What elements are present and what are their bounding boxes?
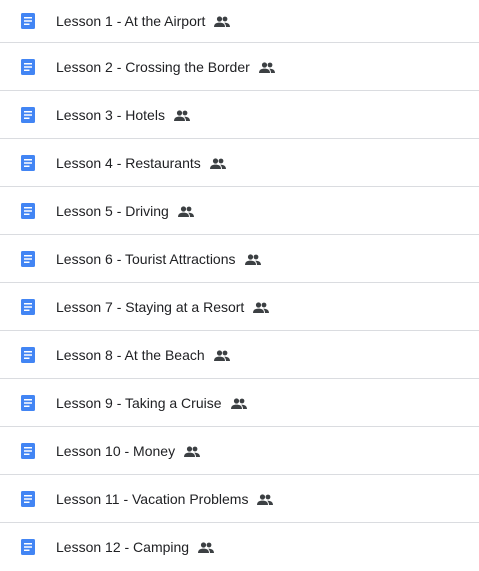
file-row[interactable]: Lesson 5 - Driving	[0, 187, 479, 235]
people-icon	[213, 349, 230, 361]
file-list: Lesson 1 - At the Airport Lesson 2 - Cro…	[0, 0, 479, 571]
people-icon	[258, 61, 275, 73]
google-docs-icon	[21, 539, 35, 555]
file-row[interactable]: Lesson 4 - Restaurants	[0, 139, 479, 187]
google-docs-icon	[21, 13, 35, 29]
file-row[interactable]: Lesson 7 - Staying at a Resort	[0, 283, 479, 331]
file-row[interactable]: Lesson 12 - Camping	[0, 523, 479, 571]
people-icon	[209, 157, 226, 169]
people-icon	[184, 445, 201, 457]
people-icon	[244, 253, 261, 265]
file-name: Lesson 3 - Hotels	[56, 106, 165, 123]
file-row[interactable]: Lesson 9 - Taking a Cruise	[0, 379, 479, 427]
google-docs-icon	[21, 154, 35, 171]
google-docs-icon	[21, 106, 35, 123]
file-row[interactable]: Lesson 2 - Crossing the Border	[0, 43, 479, 91]
file-name: Lesson 6 - Tourist Attractions	[56, 250, 236, 267]
file-name: Lesson 7 - Staying at a Resort	[56, 298, 245, 315]
file-name: Lesson 11 - Vacation Problems	[56, 490, 249, 507]
google-docs-icon	[21, 202, 35, 219]
people-icon	[230, 397, 247, 409]
people-icon	[173, 109, 190, 121]
file-row[interactable]: Lesson 3 - Hotels	[0, 91, 479, 139]
people-icon	[177, 205, 194, 217]
file-row[interactable]: Lesson 11 - Vacation Problems	[0, 475, 479, 523]
google-docs-icon	[21, 442, 35, 459]
file-row[interactable]: Lesson 1 - At the Airport	[0, 0, 479, 43]
file-name: Lesson 12 - Camping	[56, 539, 190, 555]
file-name: Lesson 10 - Money	[56, 442, 176, 459]
people-icon	[253, 301, 270, 313]
google-docs-icon	[21, 346, 35, 363]
file-name: Lesson 9 - Taking a Cruise	[56, 394, 222, 411]
file-row[interactable]: Lesson 10 - Money	[0, 427, 479, 475]
google-docs-icon	[21, 298, 35, 315]
google-docs-icon	[21, 250, 35, 267]
file-name: Lesson 1 - At the Airport	[56, 13, 206, 29]
file-name: Lesson 2 - Crossing the Border	[56, 58, 250, 75]
google-docs-icon	[21, 490, 35, 507]
google-docs-icon	[21, 58, 35, 75]
people-icon	[214, 15, 231, 27]
people-icon	[257, 493, 274, 505]
file-name: Lesson 5 - Driving	[56, 202, 169, 219]
google-docs-icon	[21, 394, 35, 411]
file-name: Lesson 8 - At the Beach	[56, 346, 205, 363]
people-icon	[198, 541, 215, 553]
file-row[interactable]: Lesson 6 - Tourist Attractions	[0, 235, 479, 283]
file-row[interactable]: Lesson 8 - At the Beach	[0, 331, 479, 379]
file-name: Lesson 4 - Restaurants	[56, 154, 201, 171]
